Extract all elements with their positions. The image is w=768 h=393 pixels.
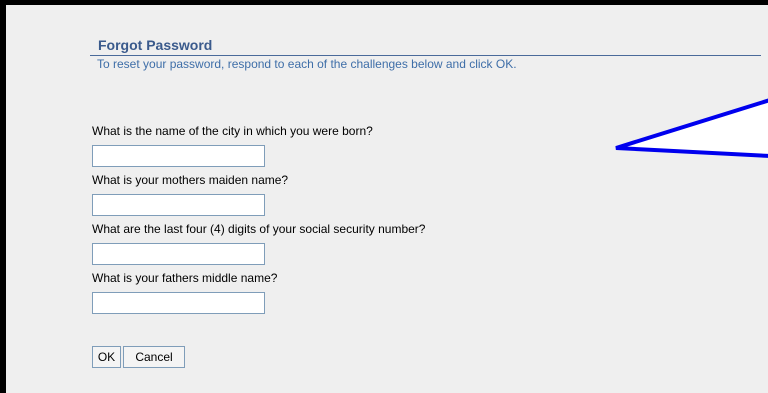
title-divider [90,55,761,56]
challenge-question-birth-city: What is the name of the city in which yo… [92,124,425,167]
birth-city-input[interactable] [92,145,265,167]
challenge-question-mother-maiden-name: What is your mothers maiden name? [92,173,425,216]
question-label: What are the last four (4) digits of you… [92,222,426,236]
callout-pointer-arrow [615,98,768,158]
callout-pointer-shape [615,98,768,158]
question-label: What is your mothers maiden name? [92,173,289,187]
father-middle-name-input[interactable] [92,292,265,314]
form-buttons: OK Cancel [92,346,185,368]
ssn-last-four-input[interactable] [92,243,265,265]
ok-button[interactable]: OK [92,346,121,368]
forgot-password-header: Forgot Password To reset your password, … [90,36,761,71]
challenge-question-father-middle-name: What is your fathers middle name? [92,271,425,314]
cancel-button[interactable]: Cancel [123,346,185,368]
mother-maiden-name-input[interactable] [92,194,265,216]
page-title: Forgot Password [98,37,213,53]
challenge-questions: What is the name of the city in which yo… [92,124,425,320]
challenge-question-ssn-last-four: What are the last four (4) digits of you… [92,222,425,265]
question-label: What is your fathers middle name? [92,271,278,285]
instructions-text: To reset your password, respond to each … [97,57,517,71]
question-label: What is the name of the city in which yo… [92,124,373,138]
